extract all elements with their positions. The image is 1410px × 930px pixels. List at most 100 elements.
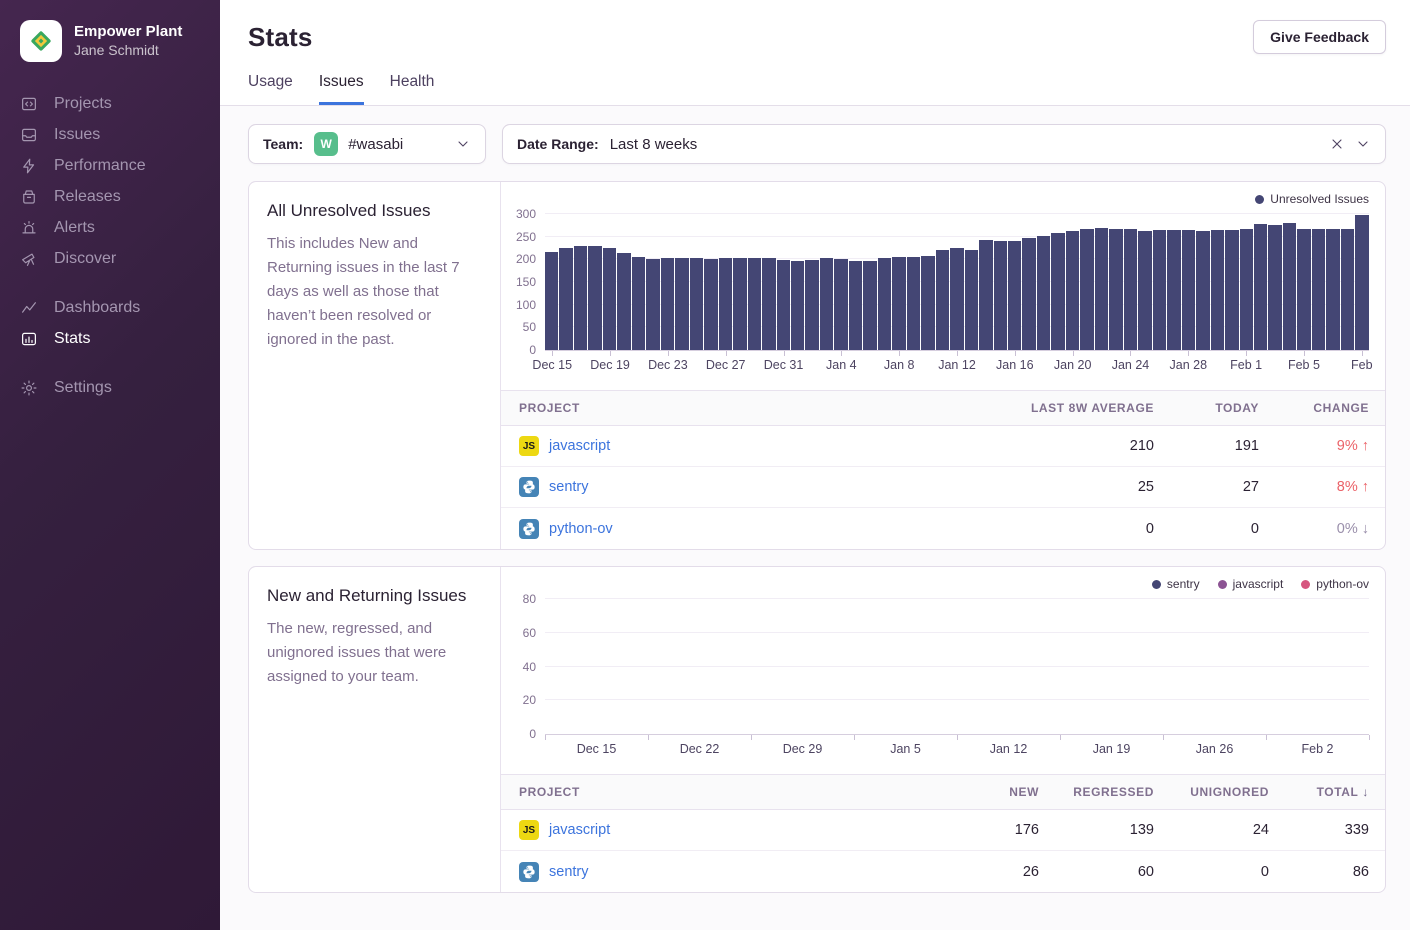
tab-issues[interactable]: Issues <box>319 73 364 105</box>
x-tick-label: Dec 27 <box>706 358 746 372</box>
sidebar-item-stats[interactable]: Stats <box>20 323 200 354</box>
project-link[interactable]: sentry <box>549 864 589 880</box>
chart-plot[interactable] <box>545 599 1369 734</box>
sort-arrow-icon: ↓ <box>1358 785 1369 799</box>
chart-legend: Unresolved Issues <box>501 190 1369 208</box>
x-tick-label: Jan 12 <box>990 742 1028 756</box>
change-cell: 0% ↓ <box>1259 521 1369 537</box>
column-header-total[interactable]: TOTAL ↓ <box>1269 785 1369 799</box>
value-cell: 0 <box>1154 864 1269 880</box>
bar <box>1051 233 1064 350</box>
panel-side: All Unresolved Issues This includes New … <box>249 182 501 549</box>
value-cell: 210 <box>994 438 1154 454</box>
sidebar-item-performance[interactable]: Performance <box>20 150 200 181</box>
sidebar-nav: ProjectsIssuesPerformanceReleasesAlertsD… <box>0 88 220 421</box>
legend-item-sentry[interactable]: sentry <box>1152 577 1200 591</box>
x-tick-label: Dec 19 <box>590 358 630 372</box>
y-tick-label: 0 <box>529 727 536 741</box>
panel-title: All Unresolved Issues <box>267 201 482 221</box>
x-tick-label: Jan 19 <box>1093 742 1131 756</box>
clear-icon[interactable] <box>1329 136 1345 152</box>
legend-dot-icon <box>1301 580 1310 589</box>
org-switcher[interactable]: Empower Plant Jane Schmidt <box>0 20 220 62</box>
column-header-regressed: REGRESSED <box>1039 785 1154 799</box>
projects-icon <box>20 95 38 113</box>
project-link[interactable]: sentry <box>549 479 589 495</box>
team-value: #wasabi <box>348 136 403 153</box>
value-cell: 25 <box>994 479 1154 495</box>
legend-dot-icon <box>1152 580 1161 589</box>
legend-item-unresolved-issues[interactable]: Unresolved Issues <box>1255 192 1369 206</box>
sidebar-item-settings[interactable]: Settings <box>20 372 200 403</box>
chart-plot[interactable] <box>545 214 1369 350</box>
legend-dot-icon <box>1255 195 1264 204</box>
content: Team: W #wasabi Date Range: Last 8 weeks… <box>220 106 1410 930</box>
sidebar-item-label: Stats <box>54 330 90 348</box>
column-header-last-8w-average: LAST 8W AVERAGE <box>994 401 1154 415</box>
sidebar-item-alerts[interactable]: Alerts <box>20 212 200 243</box>
chart-body: 020406080 <box>501 599 1369 734</box>
bar <box>646 259 659 350</box>
x-tick-label: Jan 28 <box>1170 358 1208 372</box>
bar <box>1283 223 1296 350</box>
chevron-down-icon <box>455 136 471 152</box>
chart-legend: sentry javascript python-ov <box>501 575 1369 593</box>
bar <box>965 250 978 350</box>
value-cell: 0 <box>1154 521 1259 537</box>
bar <box>1240 229 1253 350</box>
sidebar-item-issues[interactable]: Issues <box>20 119 200 150</box>
sidebar-item-discover[interactable]: Discover <box>20 243 200 274</box>
bar <box>777 260 790 350</box>
y-tick-label: 100 <box>516 298 536 312</box>
settings-icon <box>20 379 38 397</box>
sidebar-item-dashboards[interactable]: Dashboards <box>20 292 200 323</box>
table-row: JSjavascript17613924339 <box>501 810 1385 851</box>
axis-tick <box>854 735 855 740</box>
sidebar-item-releases[interactable]: Releases <box>20 181 200 212</box>
change-cell: 9% ↑ <box>1259 438 1369 454</box>
bar <box>1124 229 1137 350</box>
axis-tick <box>957 735 958 740</box>
legend-label: sentry <box>1167 577 1200 591</box>
bar <box>1153 230 1166 350</box>
y-axis: 020406080 <box>501 599 545 734</box>
project-cell: sentry <box>519 477 994 497</box>
legend-item-python-ov[interactable]: python-ov <box>1301 577 1369 591</box>
x-axis: Dec 15Dec 19Dec 23Dec 27Dec 31Jan 4Jan 8… <box>545 350 1369 376</box>
x-tick-label: Jan 24 <box>1112 358 1150 372</box>
legend-item-javascript[interactable]: javascript <box>1218 577 1284 591</box>
value-cell: 0 <box>994 521 1154 537</box>
give-feedback-button[interactable]: Give Feedback <box>1253 20 1386 54</box>
tab-health[interactable]: Health <box>390 73 435 105</box>
python-icon <box>519 519 539 539</box>
axis-tick <box>1304 351 1305 356</box>
sidebar-item-projects[interactable]: Projects <box>20 88 200 119</box>
legend-dot-icon <box>1218 580 1227 589</box>
x-tick-label: Feb 5 <box>1288 358 1320 372</box>
project-link[interactable]: javascript <box>549 822 610 838</box>
value-cell: 86 <box>1269 864 1369 880</box>
project-link[interactable]: python-ov <box>549 521 613 537</box>
bar <box>820 258 833 350</box>
y-tick-label: 20 <box>523 693 536 707</box>
chart-body: 050100150200250300 <box>501 214 1369 350</box>
bar <box>1211 230 1224 350</box>
tab-usage[interactable]: Usage <box>248 73 293 105</box>
x-tick-label: Dec 31 <box>764 358 804 372</box>
python-icon <box>519 477 539 497</box>
date-range-select[interactable]: Date Range: Last 8 weeks <box>502 124 1386 164</box>
column-header-today: TODAY <box>1154 401 1259 415</box>
bar <box>994 241 1007 350</box>
table-row: python-ov000% ↓ <box>501 508 1385 549</box>
value-cell: 176 <box>929 822 1039 838</box>
change-arrow-icon: ↑ <box>1362 479 1369 495</box>
bar <box>588 246 601 350</box>
project-link[interactable]: javascript <box>549 438 610 454</box>
sidebar: Empower Plant Jane Schmidt Projects Issue… <box>0 0 220 930</box>
value-cell: 24 <box>1154 822 1269 838</box>
bar <box>733 258 746 350</box>
sidebar-item-label: Projects <box>54 95 112 113</box>
team-select[interactable]: Team: W #wasabi <box>248 124 486 164</box>
stats-icon <box>20 330 38 348</box>
project-cell: sentry <box>519 862 929 882</box>
